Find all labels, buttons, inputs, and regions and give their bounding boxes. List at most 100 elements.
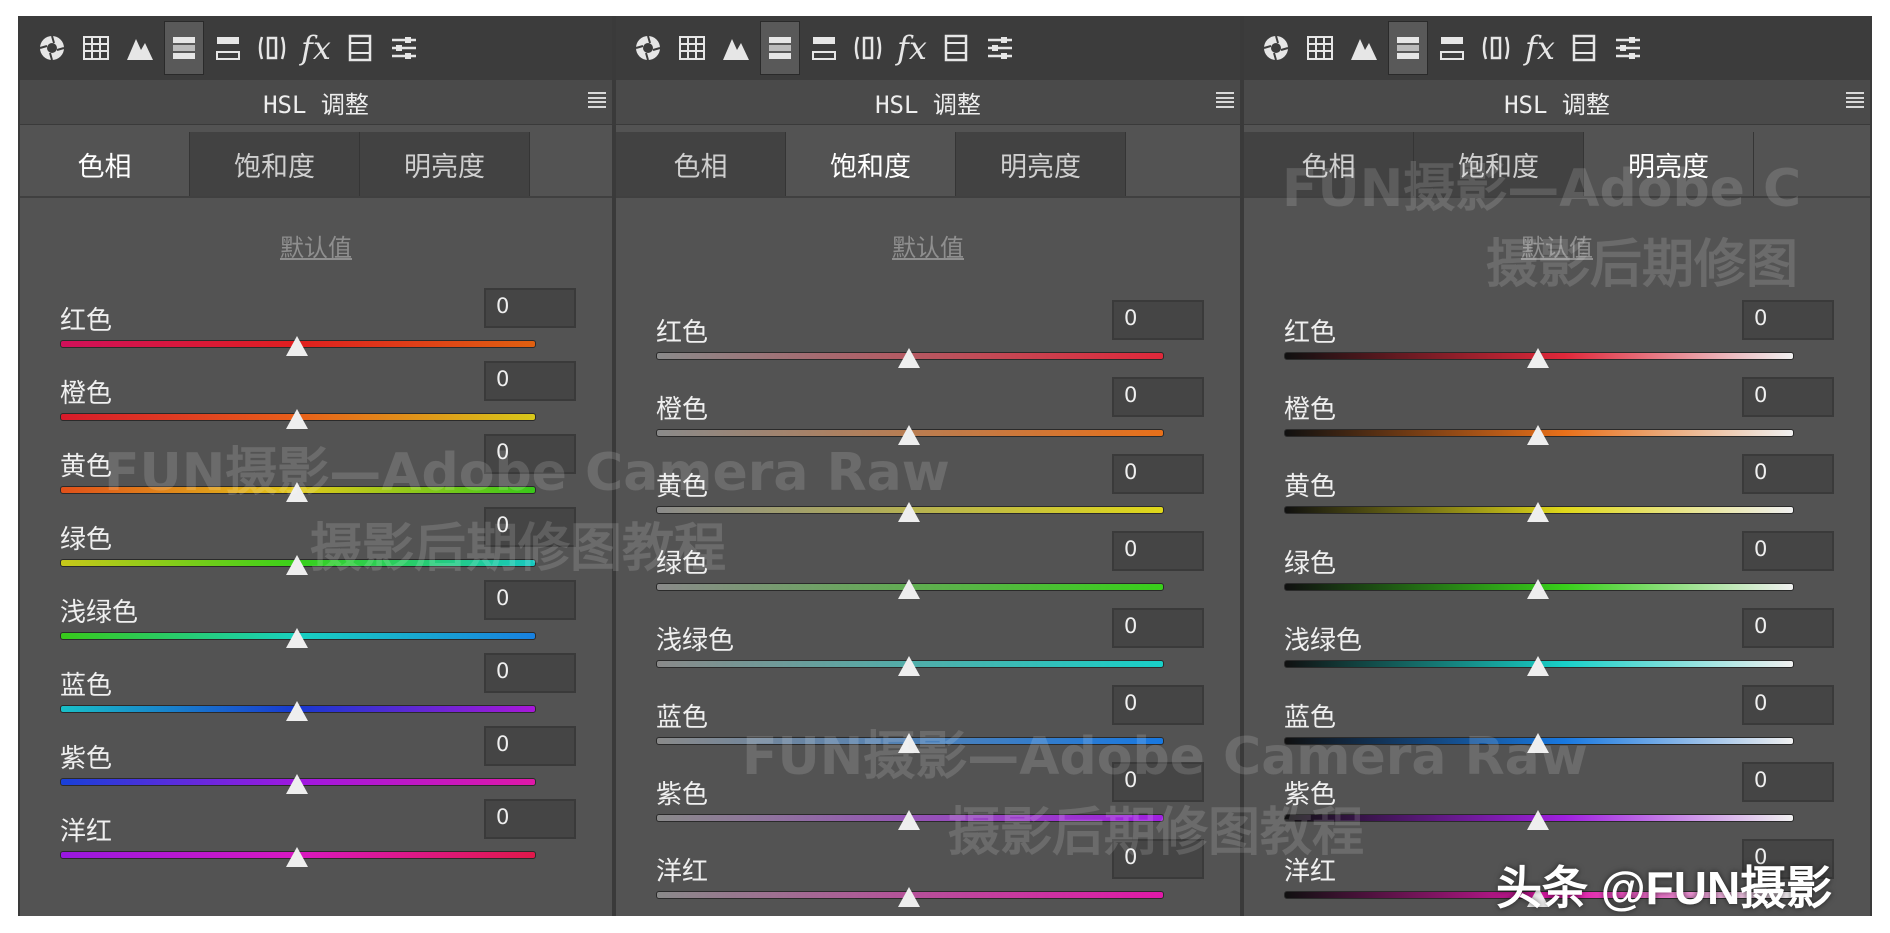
slider-value-input[interactable]: 0: [1112, 300, 1204, 340]
panel-title: HSL 调整: [1504, 90, 1610, 119]
tab-bar-fill: [1126, 132, 1240, 196]
slider-thumb[interactable]: [286, 701, 308, 721]
slider-thumb[interactable]: [1527, 810, 1549, 830]
slider-value-input[interactable]: 0: [484, 799, 576, 839]
slider-label: 红色: [656, 318, 709, 348]
slider-value-input[interactable]: 0: [1742, 762, 1834, 802]
slider-value-input[interactable]: 0: [1742, 377, 1834, 417]
slider-thumb[interactable]: [1527, 579, 1549, 599]
presets-icon[interactable]: [1608, 21, 1648, 75]
slider-thumb[interactable]: [286, 774, 308, 794]
slider-label: 洋红: [656, 857, 709, 887]
watermark-line2: 摄影后期修图: [1486, 235, 1799, 295]
watermark-line1: FUN摄影—Adobe Camera Raw: [742, 727, 1588, 787]
mountain-icon[interactable]: [1344, 21, 1384, 75]
aperture-icon[interactable]: [1256, 21, 1296, 75]
slider-label: 绿色: [60, 525, 113, 555]
tab-hue[interactable]: 色相: [20, 132, 190, 196]
slider-value-input[interactable]: 0: [1742, 300, 1834, 340]
slider-value-input[interactable]: 0: [1742, 531, 1834, 571]
tab-bar: 色相 饱和度 明亮度: [20, 132, 612, 198]
aperture-icon[interactable]: [32, 21, 72, 75]
panel-title: HSL 调整: [875, 90, 981, 119]
calibration-icon[interactable]: [1564, 21, 1604, 75]
slider-thumb[interactable]: [898, 502, 920, 522]
grid-icon[interactable]: [76, 21, 116, 75]
mountain-icon[interactable]: [120, 21, 160, 75]
panel-menu-icon[interactable]: [1846, 92, 1864, 108]
slider-value-input[interactable]: 0: [1112, 454, 1204, 494]
aperture-icon[interactable]: [628, 21, 668, 75]
slider-thumb[interactable]: [286, 555, 308, 575]
calibration-icon[interactable]: [340, 21, 380, 75]
slider-label: 洋红: [60, 817, 113, 847]
hsl-icon[interactable]: [1388, 21, 1428, 75]
panel-menu-icon[interactable]: [588, 92, 606, 108]
panel-menu-icon[interactable]: [1216, 92, 1234, 108]
slider-value-input[interactable]: 0: [1112, 377, 1204, 417]
lens-icon[interactable]: [252, 21, 292, 75]
watermark-line2: 摄影后期修图教程: [310, 519, 727, 579]
slider-thumb[interactable]: [286, 628, 308, 648]
credit-text: 头条 @FUN摄影: [1496, 862, 1833, 914]
slider-thumb[interactable]: [1527, 348, 1549, 368]
slider-thumb[interactable]: [898, 348, 920, 368]
slider-value-input[interactable]: 0: [484, 726, 576, 766]
slider-value-input[interactable]: 0: [484, 361, 576, 401]
panel-header: HSL 调整: [20, 80, 612, 125]
slider-thumb[interactable]: [898, 887, 920, 907]
slider-label: 黄色: [1284, 472, 1337, 502]
slider-label: 紫色: [656, 780, 709, 810]
tab-luminance[interactable]: 明亮度: [956, 132, 1126, 196]
grid-icon[interactable]: [672, 21, 712, 75]
slider-value-input[interactable]: 0: [484, 653, 576, 693]
lens-icon[interactable]: [848, 21, 888, 75]
slider-value-input[interactable]: 0: [1742, 608, 1834, 648]
tab-saturation[interactable]: 饱和度: [190, 132, 360, 196]
tab-saturation[interactable]: 饱和度: [786, 132, 956, 196]
toolbar: fx: [20, 16, 612, 80]
panel-header: HSL 调整: [616, 80, 1240, 125]
slider-value-input[interactable]: 0: [1742, 454, 1834, 494]
slider-label: 浅绿色: [1284, 626, 1363, 656]
split-tone-icon[interactable]: [208, 21, 248, 75]
fx-icon[interactable]: fx: [892, 21, 932, 75]
defaults-link[interactable]: 默认值: [20, 228, 612, 263]
slider-label: 浅绿色: [60, 598, 139, 628]
slider-thumb[interactable]: [1527, 425, 1549, 445]
slider-label: 蓝色: [60, 671, 113, 701]
slider-value-input[interactable]: 0: [1112, 531, 1204, 571]
slider-label: 蓝色: [656, 703, 709, 733]
presets-icon[interactable]: [384, 21, 424, 75]
tab-hue[interactable]: 色相: [616, 132, 786, 196]
slider-value-input[interactable]: 0: [484, 580, 576, 620]
grid-icon[interactable]: [1300, 21, 1340, 75]
fx-icon[interactable]: fx: [296, 21, 336, 75]
mountain-icon[interactable]: [716, 21, 756, 75]
tab-luminance[interactable]: 明亮度: [360, 132, 530, 196]
hsl-icon[interactable]: [760, 21, 800, 75]
slider-value-input[interactable]: 0: [484, 288, 576, 328]
slider-thumb[interactable]: [286, 336, 308, 356]
lens-icon[interactable]: [1476, 21, 1516, 75]
slider-label: 红色: [1284, 318, 1337, 348]
fx-icon[interactable]: fx: [1520, 21, 1560, 75]
presets-icon[interactable]: [980, 21, 1020, 75]
split-tone-icon[interactable]: [1432, 21, 1472, 75]
hsl-icon[interactable]: [164, 21, 204, 75]
slider-label: 橙色: [1284, 395, 1337, 425]
split-tone-icon[interactable]: [804, 21, 844, 75]
slider-thumb[interactable]: [898, 810, 920, 830]
screenshot-stage: fx HSL 调整 色相 饱和度 明亮度 默认值 红色 0 橙色 0 黄色 0 绿色 0 浅绿色 0 蓝色 0 紫色…: [0, 0, 1890, 933]
slider-thumb[interactable]: [898, 579, 920, 599]
slider-label: 橙色: [656, 395, 709, 425]
slider-thumb[interactable]: [286, 847, 308, 867]
slider-value-input[interactable]: 0: [1112, 608, 1204, 648]
slider-thumb[interactable]: [898, 656, 920, 676]
slider-thumb[interactable]: [1527, 656, 1549, 676]
defaults-link[interactable]: 默认值: [616, 228, 1240, 263]
calibration-icon[interactable]: [936, 21, 976, 75]
slider-thumb[interactable]: [286, 409, 308, 429]
slider-value-input[interactable]: 0: [1742, 685, 1834, 725]
slider-thumb[interactable]: [1527, 502, 1549, 522]
